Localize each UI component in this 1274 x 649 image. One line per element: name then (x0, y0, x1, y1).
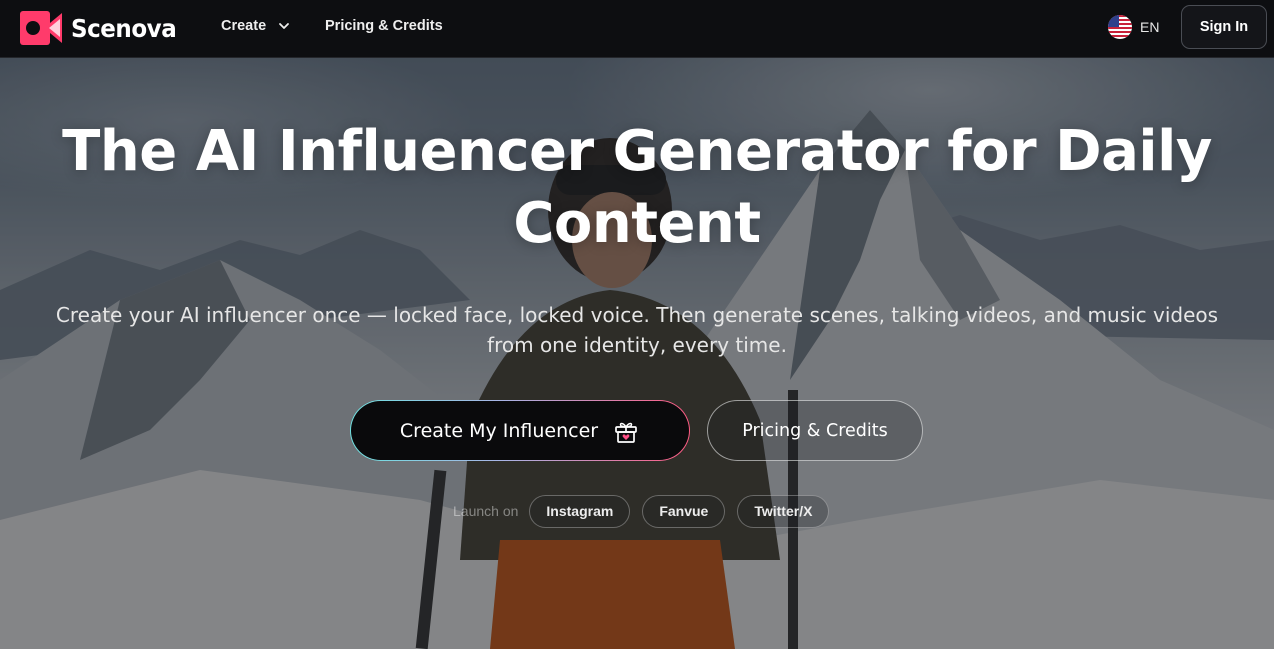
language-label: EN (1140, 19, 1160, 35)
create-influencer-button[interactable]: Create My Influencer (350, 400, 690, 461)
launch-label: Launch on (453, 503, 519, 519)
pricing-credits-label: Pricing & Credits (742, 420, 888, 441)
top-navbar: Scenova Create Pricing & Credits EN Sign… (0, 0, 1274, 58)
brand-name: Scenova (71, 13, 177, 43)
scenova-logo-icon (20, 11, 62, 45)
platform-chip-twitter[interactable]: Twitter/X (737, 494, 830, 528)
language-selector[interactable]: EN (1108, 15, 1159, 39)
gift-icon (612, 417, 640, 445)
sign-in-button[interactable]: Sign In (1181, 5, 1267, 49)
nav-create-label: Create (221, 18, 267, 34)
chevron-down-icon (278, 20, 290, 32)
pricing-credits-button[interactable]: Pricing & Credits (707, 400, 923, 461)
platform-chip-fanvue[interactable]: Fanvue (642, 494, 726, 528)
launch-platforms: Launch on Instagram Fanvue Twitter/X (453, 494, 841, 528)
hero-title: The AI Influencer Generator for Daily Co… (62, 119, 1212, 256)
nav-pricing-label: Pricing & Credits (325, 18, 443, 34)
hero-subtitle: Create your AI influencer once — locked … (55, 303, 1219, 357)
brand-logo[interactable]: Scenova (20, 10, 185, 46)
platform-chip-instagram[interactable]: Instagram (529, 494, 631, 528)
nav-create-menu[interactable]: Create (221, 18, 290, 34)
nav-pricing-link[interactable]: Pricing & Credits (325, 18, 443, 34)
create-influencer-label: Create My Influencer (399, 419, 599, 442)
us-flag-icon (1108, 15, 1132, 39)
